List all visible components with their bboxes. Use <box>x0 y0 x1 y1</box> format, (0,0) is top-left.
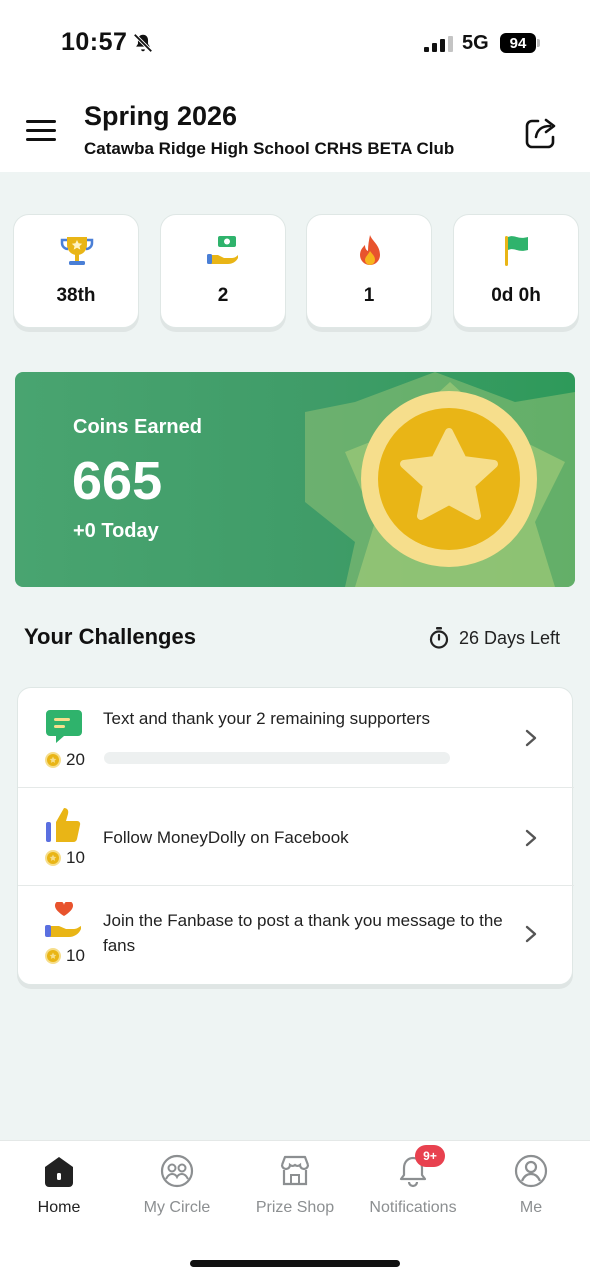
tab-label: Prize Shop <box>255 1199 335 1216</box>
tab-home[interactable]: Home <box>0 1153 118 1217</box>
page-title: Spring 2026 <box>84 101 238 131</box>
rank-stat-card[interactable]: 38th <box>13 214 139 328</box>
page-subtitle: Catawba Ridge High School CRHS BETA Club <box>84 139 455 158</box>
chevron-right-icon <box>525 925 537 943</box>
coins-earned-card: Coins Earned 665 +0 Today <box>15 372 575 587</box>
home-indicator[interactable] <box>190 1260 400 1267</box>
notification-badge: 9+ <box>415 1145 445 1167</box>
tab-label: My Circle <box>143 1199 211 1216</box>
bottom-tab-bar: Home My Circle Prize Shop Notifications <box>0 1140 590 1280</box>
challenges-list: 20 Text and thank your 2 remaining suppo… <box>17 687 574 985</box>
coins-label: Coins Earned <box>73 416 202 438</box>
time-value: 0d 0h <box>491 285 541 306</box>
menu-icon-bar <box>26 129 56 132</box>
chevron-right-icon <box>525 829 537 847</box>
donation-hand-icon <box>207 236 238 264</box>
heart-hand-icon <box>45 902 81 937</box>
trophy-icon <box>60 237 94 265</box>
donations-value: 2 <box>217 285 229 306</box>
challenge-item-text-supporters[interactable]: 20 Text and thank your 2 remaining suppo… <box>18 688 574 787</box>
thumbs-up-icon <box>46 808 81 843</box>
battery-tip <box>537 39 540 47</box>
flame-icon <box>360 235 380 265</box>
tab-my-circle[interactable]: My Circle <box>118 1153 236 1217</box>
tab-prize-shop[interactable]: Prize Shop <box>236 1153 354 1217</box>
flag-icon <box>505 236 528 266</box>
challenge-text: Join the Fanbase to post a thank you mes… <box>103 911 503 955</box>
challenges-title: Your Challenges <box>24 624 196 649</box>
menu-button[interactable] <box>26 120 56 142</box>
days-left: 26 Days Left <box>459 628 561 648</box>
time-stat-card[interactable]: 0d 0h <box>453 214 579 328</box>
streak-stat-card[interactable]: 1 <box>306 214 432 328</box>
tab-label: Me <box>519 1199 543 1216</box>
menu-icon-bar <box>26 138 56 141</box>
menu-icon-bar <box>26 120 56 123</box>
network-type: 5G <box>462 32 489 54</box>
profile-icon <box>514 1154 548 1188</box>
challenge-text: Follow MoneyDolly on Facebook <box>103 828 349 847</box>
timer-icon <box>429 627 449 649</box>
rank-value: 38th <box>56 285 96 306</box>
streak-value: 1 <box>363 285 375 306</box>
chat-icon <box>46 710 82 743</box>
bell-off-icon <box>133 33 153 53</box>
share-icon[interactable] <box>522 113 560 151</box>
donations-stat-card[interactable]: 2 <box>160 214 286 328</box>
tab-label: Home <box>37 1199 81 1216</box>
tab-label: Notifications <box>369 1199 457 1216</box>
challenge-item-follow-facebook[interactable]: 10 Follow MoneyDolly on Facebook <box>18 787 574 885</box>
status-time: 10:57 <box>61 28 128 56</box>
coin-icon <box>45 850 61 866</box>
challenge-text: Text and thank your 2 remaining supporte… <box>103 709 430 728</box>
tab-notifications[interactable]: Notifications <box>354 1153 472 1217</box>
tab-me[interactable]: Me <box>472 1153 590 1217</box>
challenge-points: 10 <box>66 946 85 965</box>
coins-value: 665 <box>72 451 163 511</box>
challenge-points: 20 <box>66 750 85 769</box>
circle-people-icon <box>160 1154 194 1188</box>
coin-icon <box>45 752 61 768</box>
shop-icon <box>280 1155 310 1186</box>
coin-icon <box>45 948 61 964</box>
coins-today: +0 Today <box>73 520 159 542</box>
challenge-points: 10 <box>66 848 85 867</box>
app-header: 10:57 5G 94 Spring 2026 Catawba Ridge Hi… <box>0 0 590 172</box>
signal-icon <box>424 36 453 52</box>
home-icon <box>45 1157 73 1187</box>
challenge-item-join-fanbase[interactable]: 10 Join the Fanbase to post a thank you … <box>18 885 574 985</box>
challenge-progress-bar <box>104 752 450 764</box>
battery-level: 94 <box>500 33 536 53</box>
chevron-right-icon <box>525 729 537 747</box>
